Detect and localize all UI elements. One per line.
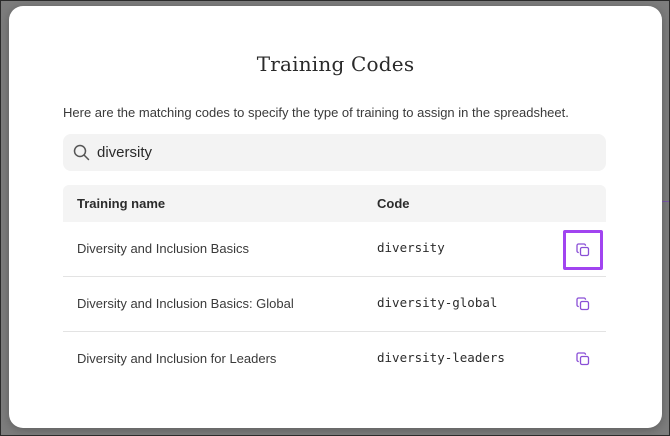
app-window: Training Codes Here are the matching cod… (0, 0, 670, 436)
training-codes-table: Training name Code Diversity and Inclusi… (63, 185, 606, 386)
background-divider (661, 201, 669, 202)
copy-code-button[interactable] (573, 349, 593, 369)
table-header: Training name Code (63, 185, 606, 222)
training-name-cell: Diversity and Inclusion Basics: Global (77, 296, 294, 311)
copy-icon (576, 352, 590, 366)
training-name-cell: Diversity and Inclusion Basics (77, 241, 249, 256)
training-codes-modal: Training Codes Here are the matching cod… (9, 6, 662, 428)
copy-code-button[interactable] (573, 294, 593, 314)
copy-code-button[interactable] (563, 230, 603, 270)
training-code-cell: diversity-leaders (377, 350, 505, 365)
table-row: Diversity and Inclusion for Leaders dive… (63, 332, 606, 386)
copy-icon (576, 297, 590, 311)
table-row: Diversity and Inclusion Basics diversity (63, 222, 606, 277)
column-header-code: Code (377, 196, 410, 211)
training-code-cell: diversity (377, 240, 445, 255)
training-name-cell: Diversity and Inclusion for Leaders (77, 351, 277, 366)
search-icon (73, 144, 90, 161)
modal-description: Here are the matching codes to specify t… (63, 105, 569, 120)
copy-icon (576, 243, 590, 257)
table-row: Diversity and Inclusion Basics: Global d… (63, 277, 606, 332)
training-code-cell: diversity-global (377, 295, 498, 310)
column-header-training-name: Training name (77, 196, 166, 211)
modal-title: Training Codes (256, 52, 415, 76)
search-input[interactable] (97, 139, 577, 165)
search-box[interactable] (63, 134, 606, 171)
